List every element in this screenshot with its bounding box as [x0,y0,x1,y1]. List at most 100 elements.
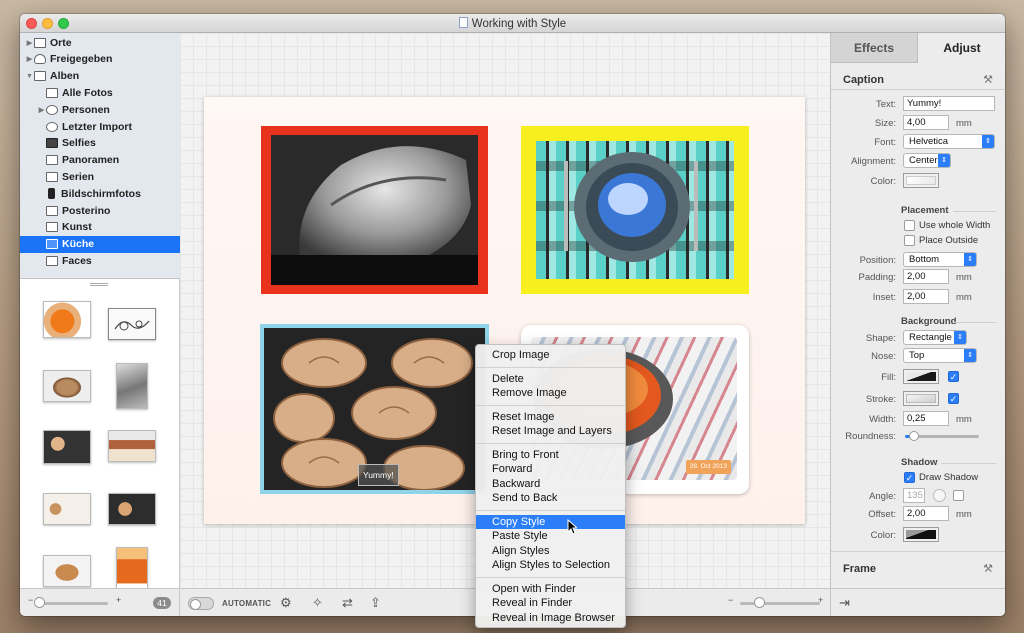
menu-item[interactable]: Delete [476,372,625,387]
menu-separator [476,366,625,368]
menu-item[interactable]: Crop Image [476,348,625,363]
magic-wand-icon[interactable]: ✧ [312,595,323,611]
angle-dial[interactable] [933,489,946,502]
inspector-bottom-bar: ⇥ [831,588,1005,616]
zoom-out-icon[interactable]: − [28,595,33,605]
export-icon[interactable]: ⇥ [839,595,850,611]
position-popup[interactable]: Bottom ⇕ [903,252,977,267]
canvas-zoom-in-icon[interactable]: + [818,595,823,605]
stroke-color-well[interactable] [903,391,939,406]
menu-item[interactable]: Backward [476,477,625,492]
sidebar-item[interactable]: Küche [20,235,180,253]
sidebar-item-label: Posterino [62,204,111,217]
shuffle-icon[interactable]: ⇄ [342,595,353,611]
menu-item[interactable]: Align Styles [476,544,625,559]
thumbnail-rolls[interactable] [43,430,91,464]
disclosure-closed-icon[interactable]: ▶ [37,106,46,114]
photo-plate[interactable] [521,126,749,294]
thumbnail-loaf[interactable] [43,555,91,587]
place-outside-checkbox[interactable] [904,235,915,246]
sidebar-item[interactable]: ▶ Orte [20,34,180,51]
thumbnail-jar[interactable] [116,547,148,593]
width-field[interactable]: 0,25 [903,411,949,426]
photo-bread[interactable] [261,126,488,294]
caption-text-field[interactable]: Yummy! [903,96,995,111]
sidebar-item[interactable]: Bildschirmfotos [20,185,180,202]
position-label: Position: [859,255,896,266]
photo-bread-image [271,135,478,285]
date-badge: 28. Oct 2013 [685,460,731,474]
thumbnail-sketch[interactable] [108,308,156,340]
automatic-toggle[interactable] [188,597,214,610]
angle-checkbox[interactable] [953,490,964,501]
roundness-label: Roundness: [845,431,896,442]
text-label: Text: [875,99,896,110]
thumbnail-buns[interactable] [43,493,91,525]
sidebar-item[interactable]: ▶ Personen [20,101,180,118]
share-icon[interactable]: ⇪ [370,595,381,611]
font-popup[interactable]: Helvetica ⇕ [903,134,995,149]
wrench-icon[interactable]: ⚒ [983,73,993,86]
canvas-zoom-knob[interactable] [754,597,765,608]
roundness-knob[interactable] [908,431,919,441]
width-unit: mm [956,414,972,425]
thumbnail-bread[interactable] [43,370,91,402]
padding-field[interactable]: 2,00 [903,269,949,284]
menu-item[interactable]: Align Styles to Selection [476,558,625,573]
thumbnail-mixer[interactable] [116,363,148,409]
canvas-zoom-out-icon[interactable]: − [728,595,733,605]
menu-item[interactable]: Remove Image [476,386,625,401]
draw-shadow-checkbox[interactable]: ✓ [904,472,915,483]
sidebar-item[interactable]: ▼ Alben [20,68,180,85]
thumbnail-muffin-tray[interactable] [108,493,156,525]
zoom-in-icon[interactable]: + [116,595,121,605]
menu-item[interactable]: Reveal in Image Browser [476,611,625,626]
angle-field[interactable]: 135 [903,488,925,503]
menu-item[interactable]: Copy Style [476,514,625,529]
fill-color-well[interactable] [903,369,939,384]
whole-width-checkbox[interactable] [904,220,915,231]
fill-checkbox[interactable]: ✓ [948,371,959,382]
caption-color-well[interactable] [903,173,939,188]
shape-popup[interactable]: Rectangle ⇕ [903,330,967,345]
thumbnail-cake[interactable] [108,430,156,462]
sidebar-item[interactable]: Panoramen [20,152,180,169]
sidebar-item[interactable]: Posterino [20,202,180,219]
wrench-icon[interactable]: ⚒ [983,562,993,575]
sidebar-item[interactable]: Faces [20,252,180,269]
menu-item[interactable]: Reset Image and Layers [476,424,625,439]
tab-adjust[interactable]: Adjust [918,33,1005,63]
alignment-popup[interactable]: Center ⇕ [903,153,951,168]
sidebar-item[interactable]: ▶ Freigegeben [20,51,180,68]
menu-item[interactable]: Reset Image [476,410,625,425]
shadow-color-well[interactable] [903,527,939,542]
menu-item[interactable]: Paste Style [476,529,625,544]
gear-icon[interactable]: ⚙ [280,595,292,611]
sidebar-item[interactable]: Selfies [20,135,180,152]
offset-field[interactable]: 2,00 [903,506,949,521]
tab-effects[interactable]: Effects [831,33,918,63]
disclosure-open-icon[interactable]: ▼ [25,73,34,80]
thumbnail-orange-dish[interactable] [43,301,91,338]
disclosure-closed-icon[interactable]: ▶ [25,39,34,47]
nose-popup[interactable]: Top ⇕ [903,348,977,363]
caption-label[interactable]: Yummy! [358,464,399,486]
sidebar-item[interactable]: Letzter Import [20,118,180,135]
menu-item[interactable]: Send to Back [476,491,625,506]
inset-field[interactable]: 2,00 [903,289,949,304]
disclosure-closed-icon[interactable]: ▶ [25,55,34,63]
canvas-zoom-slider[interactable] [740,602,820,605]
menu-item[interactable]: Reveal in Finder [476,596,625,611]
thumbnail-size-slider[interactable] [38,602,108,605]
sidebar-item[interactable]: Serien [20,168,180,185]
splitter-grip[interactable] [90,283,108,286]
photo-rolls[interactable]: Yummy! [260,324,489,494]
menu-item[interactable]: Bring to Front [476,448,625,463]
thumbnail-size-knob[interactable] [34,597,45,608]
sidebar-item[interactable]: Alle Fotos [20,84,180,101]
menu-item[interactable]: Open with Finder [476,582,625,597]
size-field[interactable]: 4,00 [903,115,949,130]
stroke-checkbox[interactable]: ✓ [948,393,959,404]
menu-item[interactable]: Forward [476,462,625,477]
sidebar-item[interactable]: Kunst [20,219,180,236]
